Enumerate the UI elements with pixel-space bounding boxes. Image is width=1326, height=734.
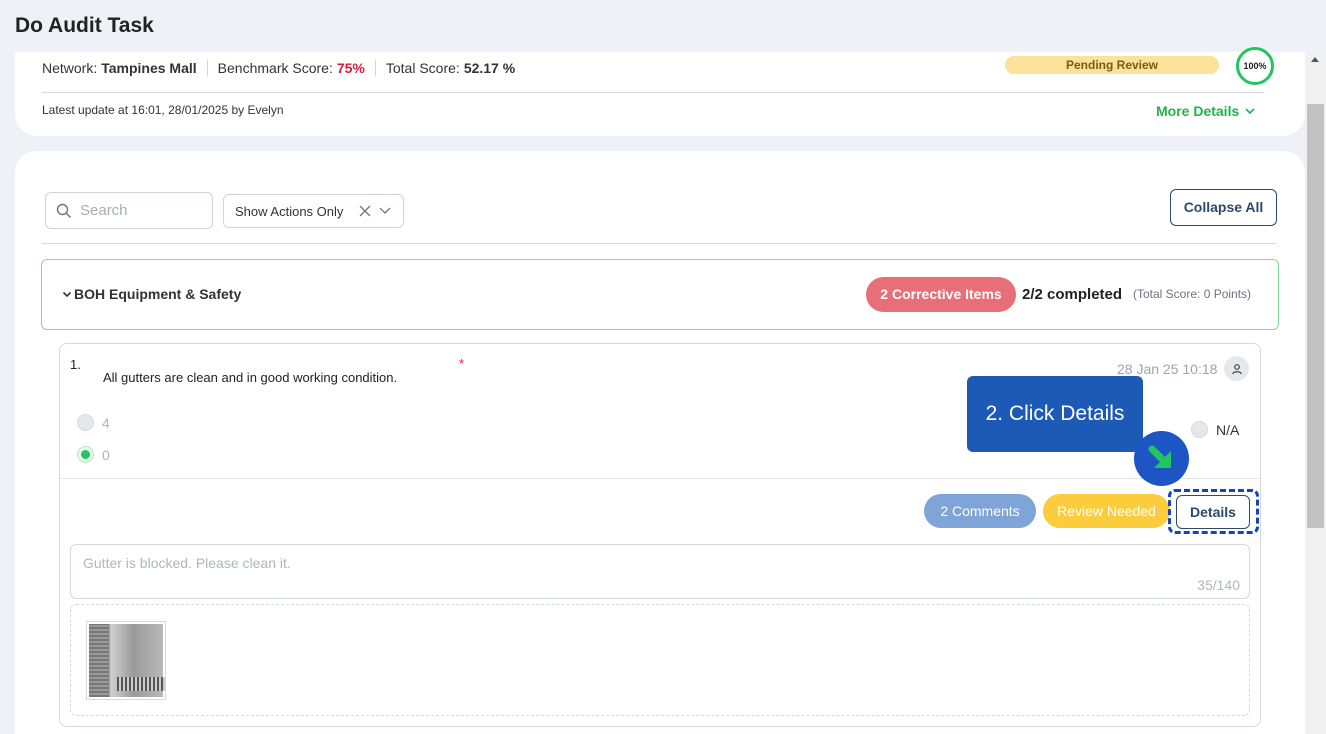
na-label: N/A <box>1216 421 1240 438</box>
progress-ring: 100% <box>1236 47 1274 85</box>
chevron-down-icon <box>62 291 72 297</box>
divider <box>61 478 1261 479</box>
clear-icon[interactable] <box>359 205 371 217</box>
benchmark-label: Benchmark Score: <box>217 60 333 76</box>
benchmark-info: Benchmark Score: 75% <box>206 60 375 76</box>
comment-field[interactable]: Gutter is blocked. Please clean it. 35/1… <box>70 544 1250 599</box>
more-details-link[interactable]: More Details <box>1156 103 1255 119</box>
summary-row: Network: Tampines Mall Benchmark Score: … <box>42 56 525 80</box>
corrective-items-badge: 2 Corrective Items <box>866 277 1016 312</box>
review-needed-badge: Review Needed <box>1043 494 1170 528</box>
scrollbar[interactable] <box>1305 52 1326 734</box>
search-input[interactable] <box>80 202 200 219</box>
pointer-arrow-icon <box>1134 431 1189 486</box>
scroll-thumb[interactable] <box>1307 104 1324 528</box>
section-header[interactable]: BOH Equipment & Safety 2 Corrective Item… <box>41 259 1279 330</box>
question-text: All gutters are clean and in good workin… <box>103 370 398 385</box>
network-label: Network: <box>42 60 98 76</box>
filter-value: Show Actions Only <box>235 203 344 219</box>
question-timestamp: 28 Jan 25 10:18 <box>1117 361 1218 377</box>
option-na[interactable]: N/A <box>1191 421 1239 438</box>
assignee-avatar[interactable] <box>1224 356 1249 381</box>
search-box[interactable] <box>45 192 213 229</box>
filter-select[interactable]: Show Actions Only <box>223 194 404 228</box>
chevron-down-icon[interactable] <box>379 207 391 215</box>
network-info: Network: Tampines Mall <box>42 60 207 76</box>
page-title: Do Audit Task <box>15 14 154 37</box>
option-0[interactable]: 0 <box>77 446 110 463</box>
radio-button-checked[interactable] <box>77 446 94 463</box>
more-details-label: More Details <box>1156 103 1240 119</box>
latest-update: Latest update at 16:01, 28/01/2025 by Ev… <box>42 103 284 117</box>
user-icon <box>1231 363 1242 374</box>
divider <box>42 92 1264 93</box>
photo-thumbnail[interactable] <box>86 621 166 700</box>
completed-count: 2/2 completed <box>1022 286 1123 303</box>
network-value: Tampines Mall <box>101 60 197 76</box>
divider <box>42 243 1277 244</box>
option-4[interactable]: 4 <box>77 414 110 431</box>
tutorial-tooltip: 2. Click Details <box>967 376 1143 452</box>
total-score-info: Total Score: 52.17 % <box>374 60 525 76</box>
option-label: 4 <box>102 414 110 431</box>
gutter-photo <box>89 624 165 697</box>
section-title-label: BOH Equipment & Safety <box>74 286 242 302</box>
section-total-score: (Total Score: 0 Points) <box>1133 287 1252 301</box>
required-marker: * <box>459 356 465 371</box>
attachment-area[interactable] <box>70 604 1250 716</box>
total-score-label: Total Score: <box>385 60 460 76</box>
comments-button[interactable]: 2 Comments <box>924 494 1036 528</box>
option-label: 0 <box>102 446 110 463</box>
char-count: 35/140 <box>1197 577 1240 593</box>
comment-text: Gutter is blocked. Please clean it. <box>83 555 291 571</box>
details-button[interactable]: Details <box>1176 495 1250 529</box>
status-badge: Pending Review <box>1005 56 1219 74</box>
question-number: 1. <box>70 357 81 372</box>
radio-button[interactable] <box>1191 421 1208 438</box>
section-title[interactable]: BOH Equipment & Safety <box>62 286 241 302</box>
summary-card: Network: Tampines Mall Benchmark Score: … <box>15 47 1305 136</box>
radio-button[interactable] <box>77 414 94 431</box>
search-icon <box>56 203 71 218</box>
scroll-up-arrow-icon[interactable] <box>1311 57 1319 62</box>
benchmark-value: 75% <box>336 60 365 76</box>
chevron-down-icon <box>1245 107 1255 114</box>
total-score-value: 52.17 % <box>463 60 516 76</box>
collapse-all-button[interactable]: Collapse All <box>1170 189 1277 226</box>
